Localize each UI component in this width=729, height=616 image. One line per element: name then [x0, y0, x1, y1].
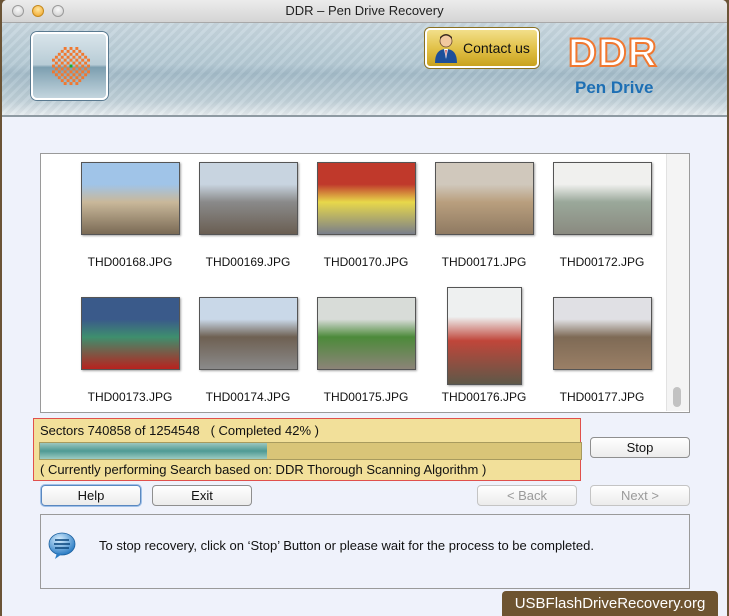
- brand-name: DDR: [567, 30, 658, 76]
- file-thumbnail-item[interactable]: THD00169.JPG: [189, 162, 307, 287]
- recovered-files-gallery[interactable]: THD00168.JPG THD00169.JPG THD00170.JPG THD0…: [40, 153, 690, 413]
- header-banner: Contact us DDR Pen Drive: [2, 23, 727, 117]
- info-message-text: To stop recovery, click on ‘Stop’ Button…: [99, 538, 594, 553]
- file-thumbnail-item[interactable]: THD00174.JPG: [189, 297, 307, 412]
- stop-button[interactable]: Stop: [590, 437, 690, 458]
- file-thumbnail-item[interactable]: THD00172.JPG: [543, 162, 661, 287]
- window-title: DDR – Pen Drive Recovery: [285, 3, 444, 18]
- watermark: USBFlashDriveRecovery.org: [502, 591, 718, 616]
- scrollbar-thumb[interactable]: [673, 387, 681, 407]
- thumbnail-image: [316, 162, 416, 235]
- back-button[interactable]: < Back: [477, 485, 577, 506]
- file-name-label: THD00177.JPG: [559, 390, 645, 404]
- file-thumbnail-item[interactable]: THD00168.JPG: [71, 162, 189, 287]
- file-name-label: THD00176.JPG: [441, 390, 527, 404]
- file-thumbnail-item[interactable]: THD00175.JPG: [307, 297, 425, 412]
- person-icon: [435, 34, 457, 63]
- file-thumbnail-item[interactable]: THD00177.JPG: [543, 297, 661, 412]
- file-thumbnail-item[interactable]: THD00170.JPG: [307, 162, 425, 287]
- file-name-label: THD00174.JPG: [205, 390, 291, 404]
- sectors-status: Sectors 740858 of 1254548 ( Completed 42…: [40, 423, 319, 438]
- progress-bar-fill: [40, 443, 268, 459]
- help-button[interactable]: Help: [41, 485, 141, 506]
- thumbnail-image: [316, 297, 416, 370]
- next-button[interactable]: Next >: [590, 485, 690, 506]
- thumbnail-image: [80, 162, 180, 235]
- title-bar: DDR – Pen Drive Recovery: [2, 0, 727, 23]
- thumbnail-image: [80, 297, 180, 370]
- contact-us-button[interactable]: Contact us: [425, 28, 539, 68]
- gallery-scrollbar[interactable]: [666, 154, 689, 411]
- recovery-pattern-icon: [52, 47, 90, 85]
- zoom-window-button[interactable]: [52, 5, 64, 17]
- progress-bar: [39, 442, 582, 460]
- thumbnail-image: [446, 287, 522, 385]
- close-window-button[interactable]: [12, 5, 24, 17]
- file-name-label: THD00175.JPG: [323, 390, 409, 404]
- file-name-label: THD00168.JPG: [87, 255, 173, 269]
- info-message-box: To stop recovery, click on ‘Stop’ Button…: [40, 514, 690, 589]
- minimize-window-button[interactable]: [32, 5, 44, 17]
- file-name-label: THD00169.JPG: [205, 255, 291, 269]
- thumbnail-image: [198, 297, 298, 370]
- file-thumbnail-item[interactable]: THD00173.JPG: [71, 297, 189, 412]
- algorithm-status: ( Currently performing Search based on: …: [40, 462, 487, 477]
- file-thumbnail-item[interactable]: THD00171.JPG: [425, 162, 543, 287]
- file-name-label: THD00172.JPG: [559, 255, 645, 269]
- progress-panel: Sectors 740858 of 1254548 ( Completed 42…: [33, 418, 582, 481]
- speech-bubble-icon: [48, 532, 76, 559]
- thumbnail-image: [552, 162, 652, 235]
- exit-button[interactable]: Exit: [152, 485, 252, 506]
- file-name-label: THD00170.JPG: [323, 255, 409, 269]
- brand-subtitle: Pen Drive: [575, 78, 654, 97]
- file-thumbnail-item[interactable]: THD00176.JPG: [425, 287, 543, 412]
- contact-us-label: Contact us: [463, 40, 530, 56]
- thumbnail-image: [552, 297, 652, 370]
- app-logo: [31, 32, 108, 100]
- file-name-label: THD00171.JPG: [441, 255, 527, 269]
- app-window: DDR – Pen Drive Recovery Contact us DDR …: [2, 0, 727, 616]
- thumbnail-image: [434, 162, 534, 235]
- thumbnail-image: [198, 162, 298, 235]
- file-name-label: THD00173.JPG: [87, 390, 173, 404]
